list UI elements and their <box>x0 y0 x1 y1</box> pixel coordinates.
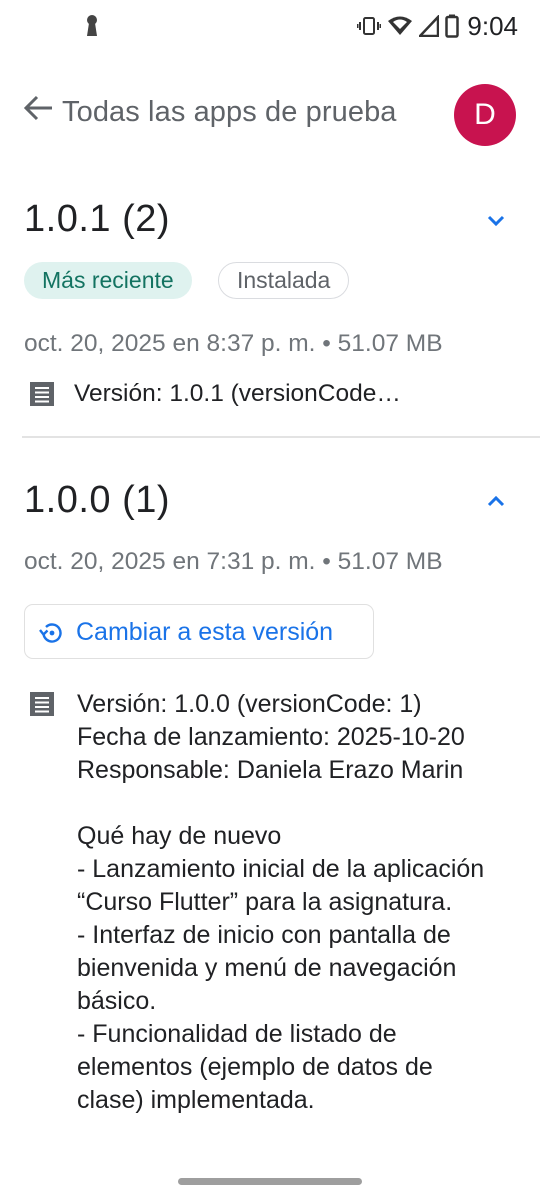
release-notes-icon <box>30 692 54 716</box>
release-date: Fecha de lanzamiento: 2025-10-20 <box>77 723 465 751</box>
divider <box>22 436 540 438</box>
installed-badge: Instalada <box>218 262 350 299</box>
status-icons: 9:04 <box>357 10 518 42</box>
whats-new-line: - Lanzamiento inicial de la aplicación <box>77 855 485 883</box>
vibrate-icon <box>357 17 382 35</box>
whats-new-line: clase) implementada. <box>77 1086 315 1114</box>
whats-new-title: Qué hay de nuevo <box>77 822 282 850</box>
switch-version-button[interactable]: Cambiar a esta versión <box>24 604 374 659</box>
release-meta: oct. 20, 2025 en 8:37 p. m. • 51.07 MB <box>24 330 443 357</box>
battery-icon <box>445 14 460 38</box>
keyhole-icon <box>87 15 97 36</box>
restore-icon <box>39 623 62 643</box>
release-meta: oct. 20, 2025 en 7:31 p. m. • 51.07 MB <box>24 548 443 575</box>
release-notes: Versión: 1.0.0 (versionCode: 1) Fecha de… <box>77 688 537 1117</box>
chevron-down-icon[interactable] <box>480 204 512 236</box>
home-gesture-bar[interactable] <box>178 1178 362 1185</box>
whats-new-line: “Curso Flutter” para la asignatura. <box>77 888 453 916</box>
version-detail: Versión: 1.0.0 (versionCode: 1) <box>77 690 422 718</box>
latest-badge: Más reciente <box>24 262 192 299</box>
whats-new-line: - Interfaz de inicio con pantalla de <box>77 921 451 949</box>
whats-new-line: básico. <box>77 987 157 1015</box>
whats-new-line: elementos (ejemplo de datos de <box>77 1053 433 1081</box>
release-notes-icon <box>30 382 54 406</box>
switch-version-label: Cambiar a esta versión <box>76 618 334 646</box>
latest-badge-label: Más reciente <box>42 267 174 293</box>
status-bar: 9:04 <box>0 0 540 54</box>
back-arrow-icon[interactable] <box>22 92 54 124</box>
app-bar: Todas las apps de prueba D <box>0 80 540 150</box>
wifi-icon <box>388 16 413 35</box>
release-owner: Responsable: Daniela Erazo Marin <box>77 756 464 784</box>
cell-signal-icon <box>419 15 440 37</box>
account-avatar[interactable]: D <box>454 84 516 146</box>
version-summary[interactable]: Versión: 1.0.1 (versionCode… <box>74 380 401 408</box>
release-title: 1.0.1 (2) <box>24 198 171 240</box>
release-history-screen: 9:04 Todas las apps de prueba D 1.0.1 (2… <box>0 0 540 1200</box>
release-title: 1.0.0 (1) <box>24 479 171 521</box>
whats-new-line: - Funcionalidad de listado de <box>77 1020 397 1048</box>
chevron-up-icon[interactable] <box>480 485 512 517</box>
clock: 9:04 <box>467 10 518 41</box>
installed-badge-label: Instalada <box>237 267 331 293</box>
avatar-initial: D <box>474 98 496 131</box>
whats-new-line: bienvenida y menú de navegación <box>77 954 457 982</box>
page-title: Todas las apps de prueba <box>62 96 397 128</box>
